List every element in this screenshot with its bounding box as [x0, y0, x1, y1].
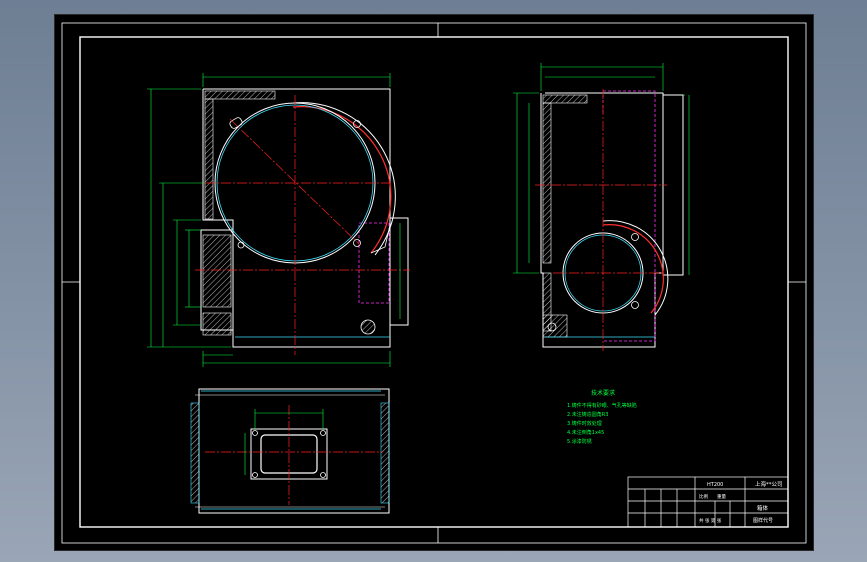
company-name: 上海**公司	[755, 480, 783, 488]
sheet-label: 共 张 第 张	[699, 517, 722, 524]
scale-label: 比例	[699, 493, 708, 500]
drawing-number: 图样代号	[753, 517, 773, 524]
cad-drawing-viewport[interactable]: 技术要求 1.铸件不得有砂眼、气孔等缺陷 2.未注铸造圆角R3 3.铸件时效处理…	[54, 14, 814, 551]
note-line: 4.未注倒角1x45	[567, 429, 604, 436]
part-name: 箱体	[757, 504, 769, 512]
material: HT200	[707, 482, 723, 488]
weight-label: 重量	[717, 493, 726, 500]
front-view	[147, 73, 410, 367]
notes-title: 技术要求	[591, 389, 615, 397]
note-line: 3.铸件时效处理	[567, 420, 602, 427]
drawing-frame	[61, 22, 807, 544]
side-view	[513, 63, 690, 351]
note-line: 1.铸件不得有砂眼、气孔等缺陷	[567, 402, 637, 409]
top-view	[190, 388, 390, 514]
drawing-canvas: 技术要求 1.铸件不得有砂眼、气孔等缺陷 2.未注铸造圆角R3 3.铸件时效处理…	[61, 22, 807, 544]
note-line: 5.涂漆防锈	[567, 438, 592, 445]
technical-notes: 技术要求 1.铸件不得有砂眼、气孔等缺陷 2.未注铸造圆角R3 3.铸件时效处理…	[567, 389, 637, 445]
note-line: 2.未注铸造圆角R3	[567, 411, 608, 418]
title-block: 上海**公司 箱体 HT200 图样代号 比例 重量 共 张 第 张	[627, 476, 789, 528]
